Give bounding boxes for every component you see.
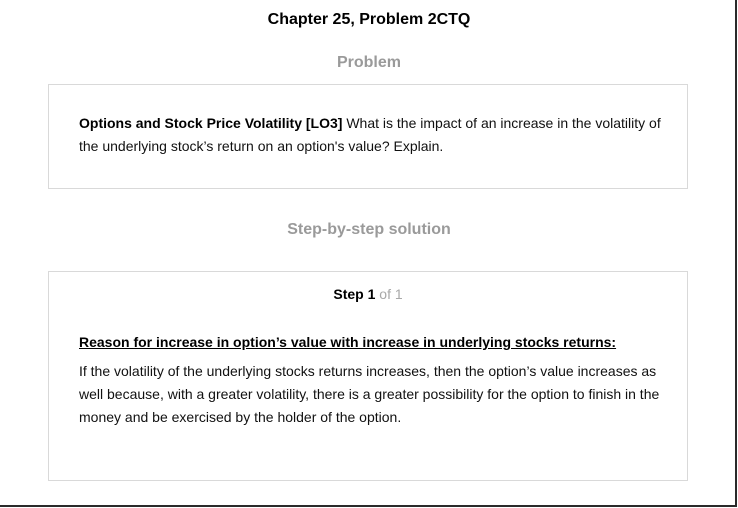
step-total: of 1: [379, 286, 403, 302]
problem-label: Options and Stock Price Volatility [LO3]: [79, 115, 343, 131]
page-title: Chapter 25, Problem 2CTQ: [267, 11, 471, 28]
problem-heading: Problem: [336, 54, 401, 71]
step-word: Step: [333, 286, 364, 302]
step-number: 1: [367, 286, 376, 302]
problem-text: Options and Stock Price Volatility [LO3]…: [79, 112, 669, 158]
problem-card: Options and Stock Price Volatility [LO3]…: [48, 84, 688, 189]
solution-card: Step 1 of 1 Reason for increase in optio…: [48, 271, 688, 481]
solution-subheading: Reason for increase in option’s value wi…: [79, 334, 617, 350]
solution-heading: Step-by-step solution: [287, 221, 451, 238]
solution-body: If the volatility of the underlying stoc…: [79, 363, 660, 425]
step-indicator: Step 1 of 1: [49, 286, 687, 302]
